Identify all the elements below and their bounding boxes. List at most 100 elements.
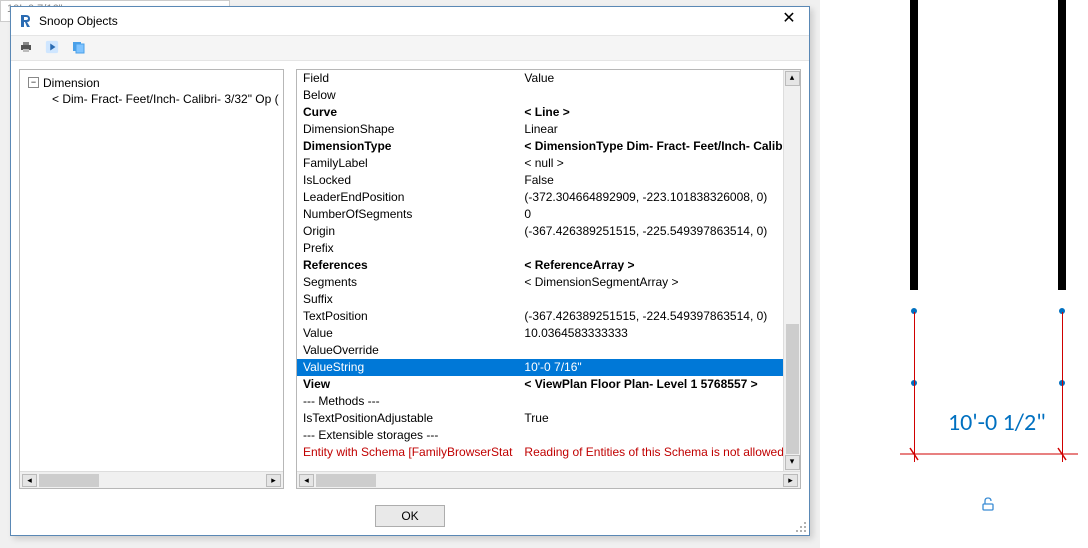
button-bar: OK [11,497,809,535]
tree-expander[interactable]: − [28,77,39,88]
tree-child-label: < Dim- Fract- Feet/Inch- Calibri- 3/32" … [52,92,279,106]
property-value: 10.0364583333333 [518,325,783,342]
dimension-line[interactable] [900,444,1080,464]
property-value: 10'-0 7/16" [518,359,783,376]
header-field: Field [297,70,518,87]
resize-grip[interactable] [795,521,807,533]
dimension-text[interactable]: 10'-0 1/2" [948,408,1046,437]
table-row[interactable]: Curve< Line > [297,104,783,121]
table-row[interactable]: IsTextPositionAdjustableTrue [297,410,783,427]
table-row[interactable]: IsLockedFalse [297,172,783,189]
tree-hscrollbar[interactable]: ◂ ▸ [20,471,283,488]
scroll-thumb[interactable] [316,474,376,487]
scroll-right-icon[interactable]: ▸ [783,474,798,487]
property-field: IsLocked [297,172,518,189]
table-row[interactable]: --- Methods --- [297,393,783,410]
property-field: Origin [297,223,518,240]
scroll-down-icon[interactable]: ▾ [785,455,800,470]
table-row[interactable]: ValueOverride [297,342,783,359]
table-row[interactable]: --- Extensible storages --- [297,427,783,444]
tree-child-node[interactable]: < Dim- Fract- Feet/Inch- Calibri- 3/32" … [22,91,281,108]
property-field: IsTextPositionAdjustable [297,410,518,427]
table-row[interactable]: Entity with Schema [FamilyBrowserStatRea… [297,444,783,461]
property-value: (-372.304664892909, -223.101838326008, 0… [518,189,783,206]
scroll-left-icon[interactable]: ◂ [22,474,37,487]
table-row[interactable]: DimensionType< DimensionType Dim- Fract-… [297,138,783,155]
table-row[interactable]: View< ViewPlan Floor Plan- Level 1 57685… [297,376,783,393]
property-field: Suffix [297,291,518,308]
table-row[interactable]: Below [297,87,783,104]
property-field: NumberOfSegments [297,206,518,223]
property-value: (-367.426389251515, -225.549397863514, 0… [518,223,783,240]
header-value: Value [518,70,783,87]
scroll-left-icon[interactable]: ◂ [299,474,314,487]
scroll-up-icon[interactable]: ▴ [785,71,800,86]
property-field: Prefix [297,240,518,257]
property-field: --- Extensible storages --- [297,427,518,444]
dialog-title: Snoop Objects [39,14,118,28]
scroll-thumb[interactable] [786,324,799,454]
copy-button[interactable] [69,39,87,57]
property-field: ValueOverride [297,342,518,359]
lock-icon[interactable] [980,496,996,515]
property-value: 0 [518,206,783,223]
property-value: < DimensionType Dim- Fract- Feet/Inch- C… [518,138,783,155]
grid-vscrollbar[interactable]: ▴ ▾ [783,70,800,471]
close-icon: ✕ [782,10,795,27]
property-value [518,427,783,444]
run-button[interactable] [43,39,61,57]
table-header-row: Field Value [297,70,783,87]
property-value: Reading of Entities of this Schema is no… [518,444,783,461]
titlebar[interactable]: Snoop Objects ✕ [11,7,809,35]
close-button[interactable]: ✕ [773,11,805,31]
model-canvas[interactable]: 10'-0 1/2" [820,0,1088,548]
property-grid[interactable]: Field Value BelowCurve< Line >DimensionS… [297,70,783,471]
table-row[interactable]: Segments< DimensionSegmentArray > [297,274,783,291]
property-field: Below [297,87,518,104]
property-value: False [518,172,783,189]
scroll-thumb[interactable] [39,474,99,487]
property-field: Curve [297,104,518,121]
tree-root-label: Dimension [43,76,100,90]
property-grid-pane: Field Value BelowCurve< Line >DimensionS… [296,69,801,489]
table-row[interactable]: LeaderEndPosition(-372.304664892909, -22… [297,189,783,206]
dimension-extension-line [1062,312,1063,462]
table-row[interactable]: Value10.0364583333333 [297,325,783,342]
revit-icon [17,13,33,29]
copy-icon [70,39,86,58]
property-value [518,240,783,257]
property-value [518,342,783,359]
tree-pane: − Dimension < Dim- Fract- Feet/Inch- Cal… [19,69,284,489]
property-field: Value [297,325,518,342]
table-row[interactable]: TextPosition(-367.426389251515, -224.549… [297,308,783,325]
table-row[interactable]: Origin(-367.426389251515, -225.549397863… [297,223,783,240]
grid-hscrollbar[interactable]: ◂ ▸ [297,471,800,488]
property-field: References [297,257,518,274]
property-field: Entity with Schema [FamilyBrowserStat [297,444,518,461]
property-value: True [518,410,783,427]
property-field: View [297,376,518,393]
tree-root-node[interactable]: − Dimension [22,74,281,91]
scroll-right-icon[interactable]: ▸ [266,474,281,487]
property-field: LeaderEndPosition [297,189,518,206]
table-row[interactable]: Suffix [297,291,783,308]
property-value [518,87,783,104]
table-row[interactable]: DimensionShapeLinear [297,121,783,138]
dialog-content: − Dimension < Dim- Fract- Feet/Inch- Cal… [11,61,809,497]
table-row[interactable]: Prefix [297,240,783,257]
property-field: --- Methods --- [297,393,518,410]
ok-button[interactable]: OK [375,505,445,527]
tree-body[interactable]: − Dimension < Dim- Fract- Feet/Inch- Cal… [20,70,283,471]
property-value: < null > [518,155,783,172]
print-button[interactable] [17,39,35,57]
property-field: DimensionType [297,138,518,155]
property-field: DimensionShape [297,121,518,138]
table-row[interactable]: ValueString10'-0 7/16" [297,359,783,376]
play-icon [45,40,59,57]
property-table: Field Value BelowCurve< Line >DimensionS… [297,70,783,461]
table-row[interactable]: NumberOfSegments0 [297,206,783,223]
property-field: TextPosition [297,308,518,325]
table-row[interactable]: References< ReferenceArray > [297,257,783,274]
table-row[interactable]: FamilyLabel< null > [297,155,783,172]
property-field: Segments [297,274,518,291]
